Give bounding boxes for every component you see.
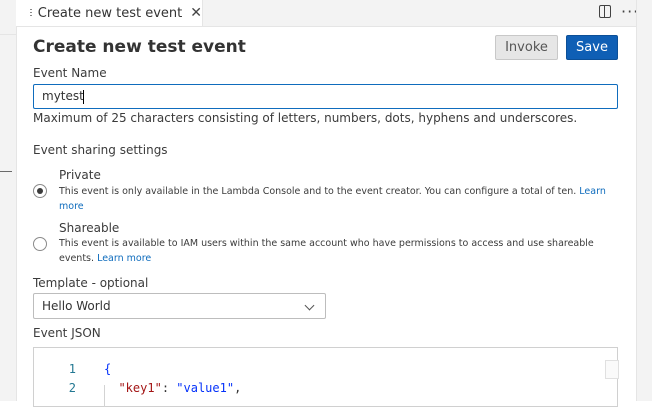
shareable-learn-more-link[interactable]: Learn more xyxy=(97,253,151,264)
close-icon[interactable]: ✕ xyxy=(190,5,202,21)
sharing-heading: Event sharing settings xyxy=(33,143,168,157)
vertical-scrollbar[interactable] xyxy=(636,0,652,401)
event-name-label: Event Name xyxy=(33,66,107,80)
template-selected-value: Hello World xyxy=(42,299,111,313)
document-icon xyxy=(30,8,32,18)
private-radio[interactable] xyxy=(33,184,47,198)
event-json-label: Event JSON xyxy=(33,326,101,340)
line-number: 1 xyxy=(68,362,76,376)
json-value: "value1" xyxy=(176,381,235,395)
page-title: Create new test event xyxy=(33,37,246,57)
save-button[interactable]: Save xyxy=(566,35,618,60)
shareable-option-title: Shareable xyxy=(59,221,120,235)
activity-strip xyxy=(0,0,17,401)
strip-marker xyxy=(0,171,12,172)
private-description-text: This event is only available in the Lamb… xyxy=(59,186,577,197)
event-name-hint: Maximum of 25 characters consisting of l… xyxy=(33,111,578,125)
template-label: Template - optional xyxy=(33,276,149,290)
invoke-button[interactable]: Invoke xyxy=(495,35,558,60)
event-name-value: mytest xyxy=(42,89,84,103)
tab-label: Create new test event xyxy=(37,5,183,21)
split-editor-icon[interactable] xyxy=(599,5,611,18)
event-name-field[interactable]: mytest xyxy=(33,84,618,109)
json-key: "key1" xyxy=(118,381,162,395)
private-option-description: This event is only available in the Lamb… xyxy=(59,184,614,214)
shareable-option-description: This event is available to IAM users wit… xyxy=(59,236,614,266)
line-number: 2 xyxy=(68,381,76,395)
chevron-down-icon xyxy=(304,300,315,311)
text-cursor xyxy=(82,89,84,104)
event-json-editor[interactable]: 1 2 { "key1": "value1", xyxy=(33,347,619,407)
editor-tab-bar: Create new test event ✕ ··· xyxy=(16,0,638,27)
code-line-2: "key1": "value1", xyxy=(104,381,241,395)
template-select[interactable]: Hello World xyxy=(33,293,326,319)
json-colon: : xyxy=(161,381,177,395)
strip-divider xyxy=(0,34,16,35)
minimap-slider[interactable] xyxy=(605,360,619,379)
code-line-1: { xyxy=(104,362,112,376)
shareable-radio[interactable] xyxy=(33,237,47,251)
tab-create-new-test-event[interactable]: Create new test event ✕ xyxy=(16,0,203,26)
json-comma: , xyxy=(234,381,242,395)
private-option-title: Private xyxy=(59,168,101,182)
